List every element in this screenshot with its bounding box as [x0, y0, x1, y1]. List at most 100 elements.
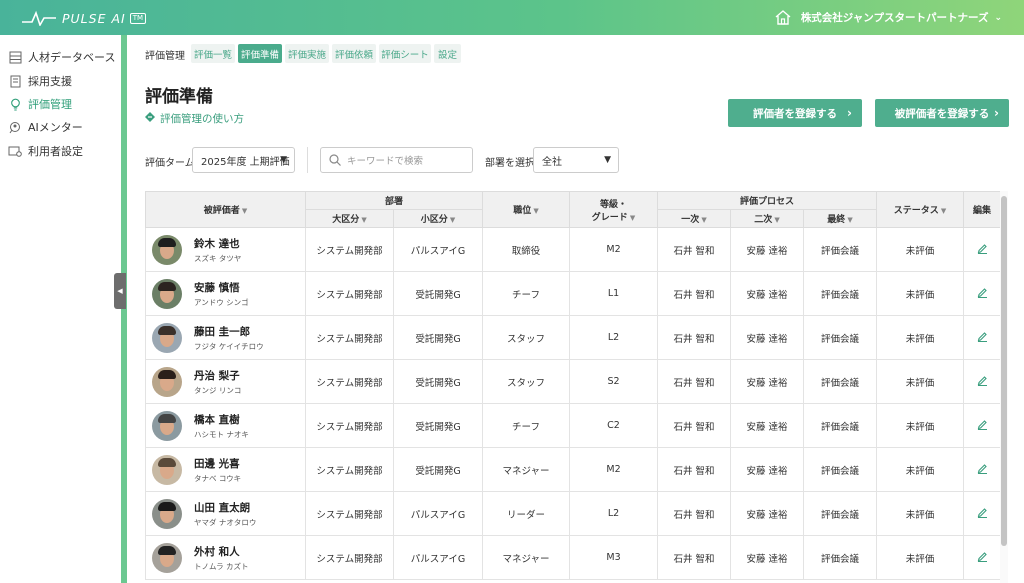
table-row[interactable]: 田邊 光喜 タナベ コウキ システム開発部 受託開発G マネジャー M2 石井 智和 安藤 達… [145, 447, 1001, 492]
sort-icon: ▼ [361, 216, 367, 224]
table-row[interactable]: 山田 直太朗 ヤマダ ナオタロウ システム開発部 パルスアイG リーダー L2 石井 智和安… [145, 491, 1001, 536]
cell-second-evaluator: 安藤 達裕 [730, 359, 804, 404]
avatar [152, 366, 182, 397]
cell-grade: L2 [569, 315, 658, 360]
howto-link[interactable]: 評価管理の使い方 [145, 111, 244, 126]
page-title: 評価準備 [145, 87, 213, 107]
cell-second-evaluator: 安藤 達裕 [730, 491, 804, 536]
sidebar-item-user-settings[interactable]: 利用者設定 [8, 143, 83, 159]
cell-status: 未評価 [876, 535, 964, 580]
cell-first-evaluator: 石井 智和 [657, 447, 731, 492]
col-header-dept-major[interactable]: 大区分 ▼ [305, 209, 394, 228]
cell-position: リーダー [482, 491, 570, 536]
sort-icon: ▼ [533, 207, 539, 215]
cell-edit [963, 491, 1001, 536]
home-icon [775, 10, 791, 25]
col-header-edit: 編集 [963, 191, 1001, 228]
sidebar-collapse-button[interactable]: ◀ [114, 273, 126, 309]
col-header-dept-minor[interactable]: 小区分 ▼ [393, 209, 483, 228]
tab-evaluation-list[interactable]: 評価一覧 [191, 44, 235, 63]
term-select[interactable]: 2025年度 上期評価 ▼ [192, 147, 295, 173]
cell-dept-minor: 受託開発G [393, 315, 483, 360]
sidebar-item-ai-mentor[interactable]: AIメンター [8, 119, 83, 135]
term-label: 評価ターム [145, 158, 195, 169]
tab-settings[interactable]: 設定 [434, 44, 461, 63]
cell-grade: M2 [569, 227, 658, 272]
cell-dept-minor: 受託開発G [393, 271, 483, 316]
evaluatee-kana: ヤマダ ナオタロウ [194, 517, 257, 527]
cell-final-evaluator: 評価会議 [803, 271, 877, 316]
cell-dept-minor: パルスアイG [393, 535, 483, 580]
evaluatee-table: 被評価者 ▼ 部署 職位 ▼ 等級・ グレード ▼ 評価プロセス ステータス ▼ 編集 … [145, 191, 1001, 580]
cell-evaluatee: 田邊 光喜 タナベ コウキ [145, 447, 306, 492]
register-evaluatee-button[interactable]: 被評価者を登録する › [875, 99, 1009, 127]
tab-evaluation-prep[interactable]: 評価準備 [238, 44, 282, 63]
term-value: 2025年度 上期評価 [201, 156, 290, 168]
table-row[interactable]: 藤田 圭一郎 フジタ ケイイチロウ システム開発部 受託開発G スタッフ L2 石井 智和安… [145, 315, 1001, 360]
register-evaluator-button[interactable]: 評価者を登録する › [728, 99, 862, 127]
cell-final-evaluator: 評価会議 [803, 227, 877, 272]
dept-value: 全社 [542, 156, 562, 168]
tab-evaluation-request[interactable]: 評価依頼 [332, 44, 376, 63]
edit-pencil-icon[interactable] [977, 374, 988, 389]
tab-evaluation-run[interactable]: 評価実施 [285, 44, 329, 63]
edit-pencil-icon[interactable] [977, 550, 988, 565]
cell-dept-minor: パルスアイG [393, 227, 483, 272]
col-header-final[interactable]: 最終 ▼ [803, 209, 877, 228]
search-icon [329, 154, 341, 166]
company-selector[interactable]: 株式会社ジャンプスタートパートナーズ ⌄ [775, 10, 1002, 25]
table-row[interactable]: 丹治 梨子 タンジ リンコ システム開発部 受託開発G スタッフ S2 石井 智和 安藤 達裕… [145, 359, 1001, 404]
edit-pencil-icon[interactable] [977, 242, 988, 257]
col-header-second[interactable]: 二次 ▼ [730, 209, 804, 228]
sort-icon: ▼ [940, 207, 947, 215]
col-header-first[interactable]: 一次 ▼ [657, 209, 731, 228]
search-input[interactable]: キーワードで検索 [320, 147, 473, 173]
sort-icon: ▼ [847, 216, 853, 224]
diamond-icon [145, 112, 155, 125]
sidebar-item-database[interactable]: 人材データベース [8, 49, 115, 65]
cell-status: 未評価 [876, 491, 964, 536]
col-header-evaluatee[interactable]: 被評価者 ▼ [145, 191, 306, 228]
cell-position: 取締役 [482, 227, 570, 272]
edit-pencil-icon[interactable] [977, 462, 988, 477]
tab-evaluation-sheet[interactable]: 評価シート [379, 44, 431, 63]
edit-pencil-icon[interactable] [977, 506, 988, 521]
cell-first-evaluator: 石井 智和 [657, 535, 731, 580]
col-header-grade[interactable]: 等級・ グレード ▼ [569, 191, 658, 228]
cell-first-evaluator: 石井 智和 [657, 227, 731, 272]
edit-pencil-icon[interactable] [977, 418, 988, 433]
col-header-status[interactable]: ステータス ▼ [876, 191, 964, 228]
cell-edit [963, 271, 1001, 316]
table-row[interactable]: 外村 和人 トノムラ カズト システム開発部 パルスアイG マネジャー M3 石井 智和 安藤… [145, 535, 1001, 580]
cell-first-evaluator: 石井 智和 [657, 271, 731, 316]
scrollbar-thumb[interactable] [1001, 196, 1007, 546]
col-header-position[interactable]: 職位 ▼ [482, 191, 570, 228]
table-row[interactable]: 橋本 直樹 ハシモト ナオキ システム開発部 受託開発G チーフ C2 石井 智和 安藤 達裕… [145, 403, 1001, 448]
sort-icon: ▼ [774, 216, 780, 224]
edit-pencil-icon[interactable] [977, 286, 988, 301]
evaluatee-name: 鈴木 達也 [194, 237, 240, 250]
chevron-right-icon: › [994, 106, 999, 120]
evaluatee-kana: ハシモト ナオキ [194, 429, 249, 439]
app-header: PULSE AI TM 株式会社ジャンプスタートパートナーズ ⌄ [0, 0, 1024, 35]
cell-dept-major: システム開発部 [305, 535, 394, 580]
cell-grade: L1 [569, 271, 658, 316]
table-row[interactable]: 鈴木 達也 スズキ タツヤ システム開発部 パルスアイG 取締役 M2 石井 智和 安藤 達裕… [145, 227, 1001, 272]
evaluatee-kana: スズキ タツヤ [194, 253, 242, 263]
cell-dept-major: システム開発部 [305, 491, 394, 536]
sort-icon: ▼ [241, 207, 248, 215]
cell-status: 未評価 [876, 359, 964, 404]
sidebar [0, 35, 121, 583]
edit-pencil-icon[interactable] [977, 330, 988, 345]
cell-grade: L2 [569, 491, 658, 536]
table-row[interactable]: 安藤 慎悟 アンドウ シンゴ システム開発部 受託開発G チーフ L1 石井 智和 安藤 達裕… [145, 271, 1001, 316]
sidebar-item-recruitment[interactable]: 採用支援 [8, 73, 72, 89]
logo[interactable]: PULSE AI TM [22, 8, 147, 28]
cell-status: 未評価 [876, 271, 964, 316]
sidebar-item-label: 人材データベース [28, 51, 116, 64]
evaluatee-name: 田邊 光喜 [194, 457, 240, 470]
cell-second-evaluator: 安藤 達裕 [730, 271, 804, 316]
cell-edit [963, 535, 1001, 580]
sidebar-item-evaluation[interactable]: 評価管理 [8, 96, 72, 112]
dept-select[interactable]: 全社 ▼ [533, 147, 619, 173]
